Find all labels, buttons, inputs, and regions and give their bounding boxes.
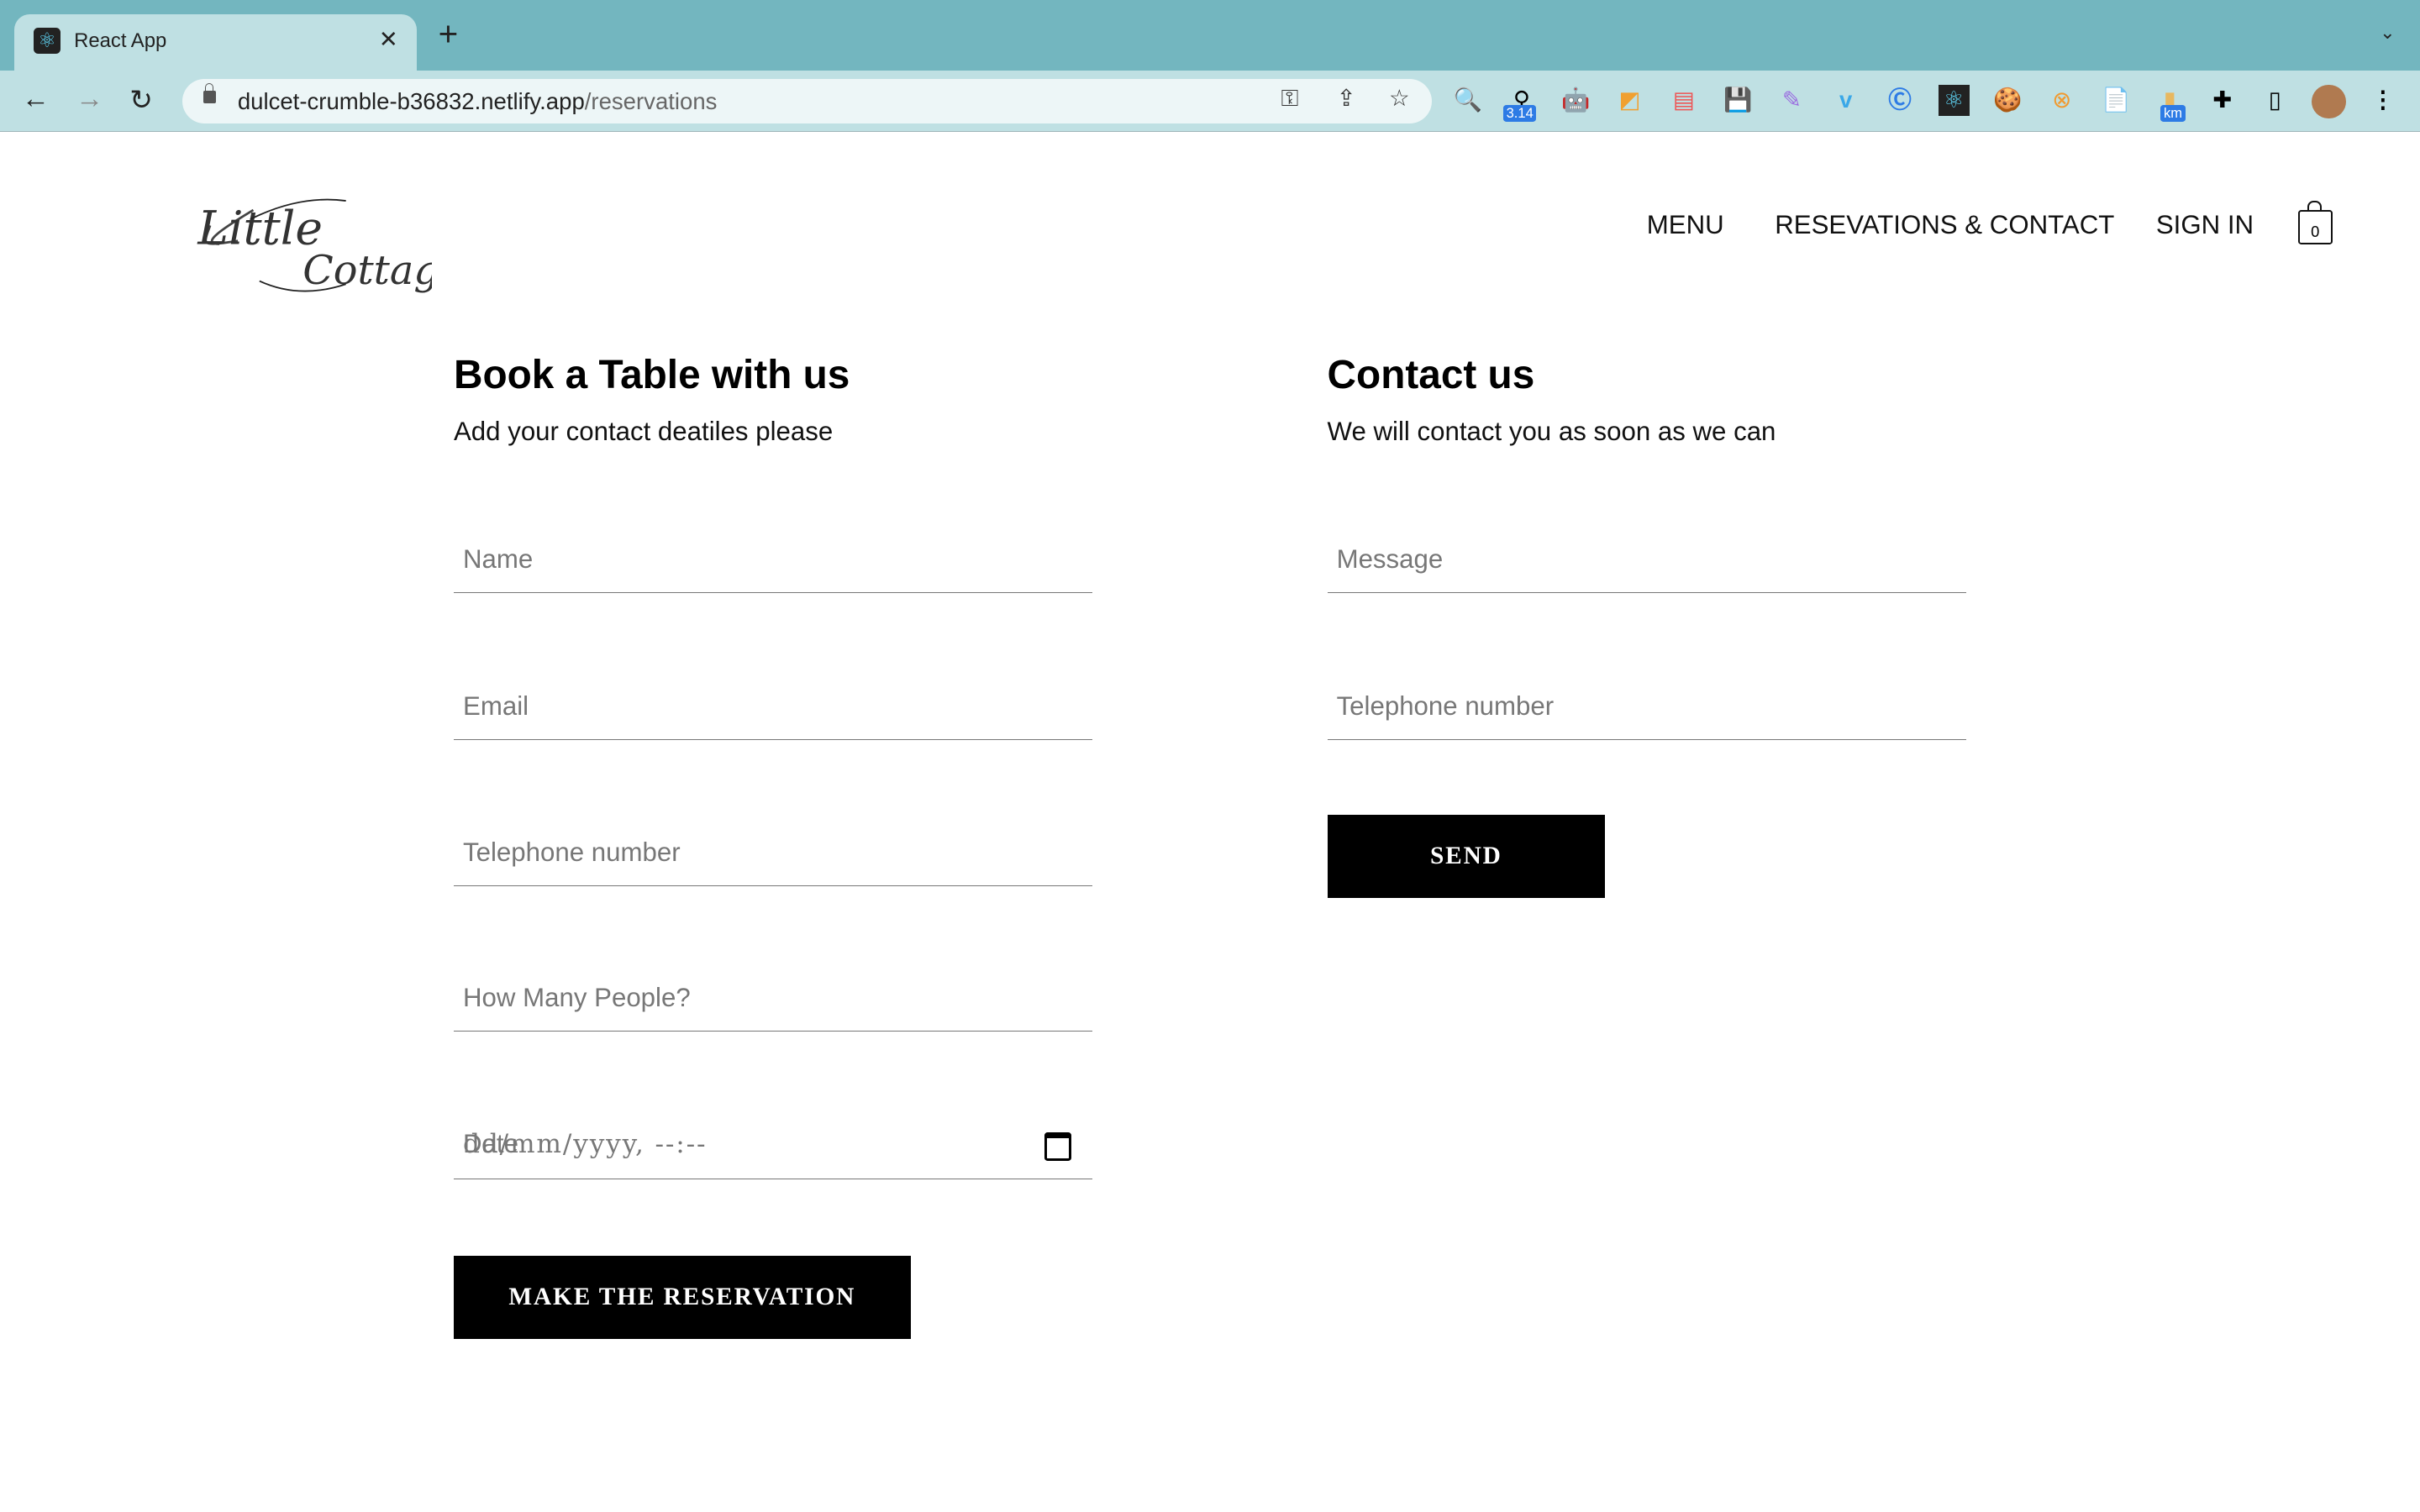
react-devtools-icon[interactable]: ⚛ xyxy=(1938,85,1970,116)
url-text: dulcet-crumble-b36832.netlify.app/reserv… xyxy=(237,87,718,114)
reload-button[interactable]: ↻ xyxy=(129,83,153,117)
name-input[interactable]: Name xyxy=(453,531,1093,594)
name-placeholder: Name xyxy=(463,544,534,575)
feather-extension-icon[interactable]: ✎ xyxy=(1776,85,1807,116)
cookie-extension-icon[interactable]: 🍪 xyxy=(1992,85,2023,116)
nav-menu[interactable]: MENU xyxy=(1647,210,1724,240)
bookmark-star-icon[interactable]: ☆ xyxy=(1389,85,1410,112)
date-time-input[interactable]: Date dd/mm/yyyy, --:-- xyxy=(453,1117,1093,1180)
message-placeholder: Message xyxy=(1336,544,1444,575)
forward-button[interactable]: → xyxy=(76,83,103,115)
browser-menu-icon[interactable]: ⋮ xyxy=(2367,85,2398,116)
date-placeholder: dd/mm/yyyy, --:-- xyxy=(463,1129,708,1160)
send-button[interactable]: SEND xyxy=(1327,814,1606,898)
browser-tab-bar: ⚛ React App ✕ + ⌄ xyxy=(0,0,2420,71)
svg-text:Little: Little xyxy=(197,201,323,255)
contact-telephone-placeholder: Telephone number xyxy=(1336,690,1555,721)
magnifier-extension-icon[interactable]: 🔍 xyxy=(1452,85,1483,116)
puzzle-extensions-icon[interactable]: ✚ xyxy=(2207,85,2238,116)
message-input[interactable]: Message xyxy=(1327,531,1966,594)
orange-extension-icon[interactable]: ⊗ xyxy=(2046,85,2077,116)
booking-title: Book a Table with us xyxy=(453,352,850,397)
browser-toolbar: ← → ↻ dulcet-crumble-b36832.netlify.app/… xyxy=(0,71,2420,133)
km-badge: km xyxy=(2160,104,2186,123)
pi-badge: 3.14 xyxy=(1502,104,1537,123)
people-placeholder: How Many People? xyxy=(463,982,691,1012)
nav-sign-in[interactable]: SIGN IN xyxy=(2156,210,2254,240)
profile-avatar[interactable] xyxy=(2312,85,2346,119)
back-button[interactable]: ← xyxy=(22,83,50,115)
tab-title: React App xyxy=(74,29,167,52)
form-extension-icon[interactable]: ▤ xyxy=(1668,85,1699,116)
save-extension-icon[interactable]: 💾 xyxy=(1723,85,1754,116)
side-panel-icon[interactable]: ▯ xyxy=(2260,85,2291,116)
share-icon[interactable]: ⇪ xyxy=(1337,85,1356,112)
contact-subtitle: We will contact you as soon as we can xyxy=(1327,416,1776,446)
cart-count: 0 xyxy=(2311,222,2320,240)
email-input[interactable]: Email xyxy=(453,677,1093,740)
yellow-extension-icon[interactable]: ◩ xyxy=(1614,85,1645,116)
react-favicon-icon: ⚛ xyxy=(34,28,60,55)
new-tab-button[interactable]: + xyxy=(439,17,459,50)
little-cottage-logo[interactable]: Little Cottage xyxy=(192,182,463,306)
nav-reservations-contact[interactable]: RESEVATIONS & CONTACT xyxy=(1775,210,2114,240)
booking-subtitle: Add your contact deatiles please xyxy=(453,416,834,446)
contact-title: Contact us xyxy=(1327,352,1535,397)
key-icon[interactable]: ⚿ xyxy=(1281,85,1298,113)
vimeo-extension-icon[interactable]: v xyxy=(1830,85,1861,116)
telephone-placeholder: Telephone number xyxy=(463,837,681,868)
contact-telephone-input[interactable]: Telephone number xyxy=(1327,677,1966,740)
address-bar[interactable]: dulcet-crumble-b36832.netlify.app/reserv… xyxy=(182,78,1433,123)
lock-icon xyxy=(203,83,217,104)
email-placeholder: Email xyxy=(463,690,529,721)
robot-extension-icon[interactable]: 🤖 xyxy=(1560,85,1591,116)
calendar-icon[interactable] xyxy=(1044,1132,1071,1161)
svg-text:Cottage: Cottage xyxy=(302,248,432,294)
c-extension-icon[interactable]: Ⓒ xyxy=(1885,85,1916,116)
close-tab-icon[interactable]: ✕ xyxy=(379,26,398,53)
tab-search-chevron-icon[interactable]: ⌄ xyxy=(2380,22,2395,44)
xpath-extension-icon[interactable]: 📄 xyxy=(2101,85,2132,116)
people-count-input[interactable]: How Many People? xyxy=(453,969,1093,1032)
telephone-input[interactable]: Telephone number xyxy=(453,824,1093,887)
browser-tab[interactable]: ⚛ React App ✕ xyxy=(13,13,417,71)
shopping-bag-icon[interactable]: 0 xyxy=(2297,200,2333,244)
make-reservation-button[interactable]: MAKE THE RESERVATION xyxy=(453,1256,911,1340)
